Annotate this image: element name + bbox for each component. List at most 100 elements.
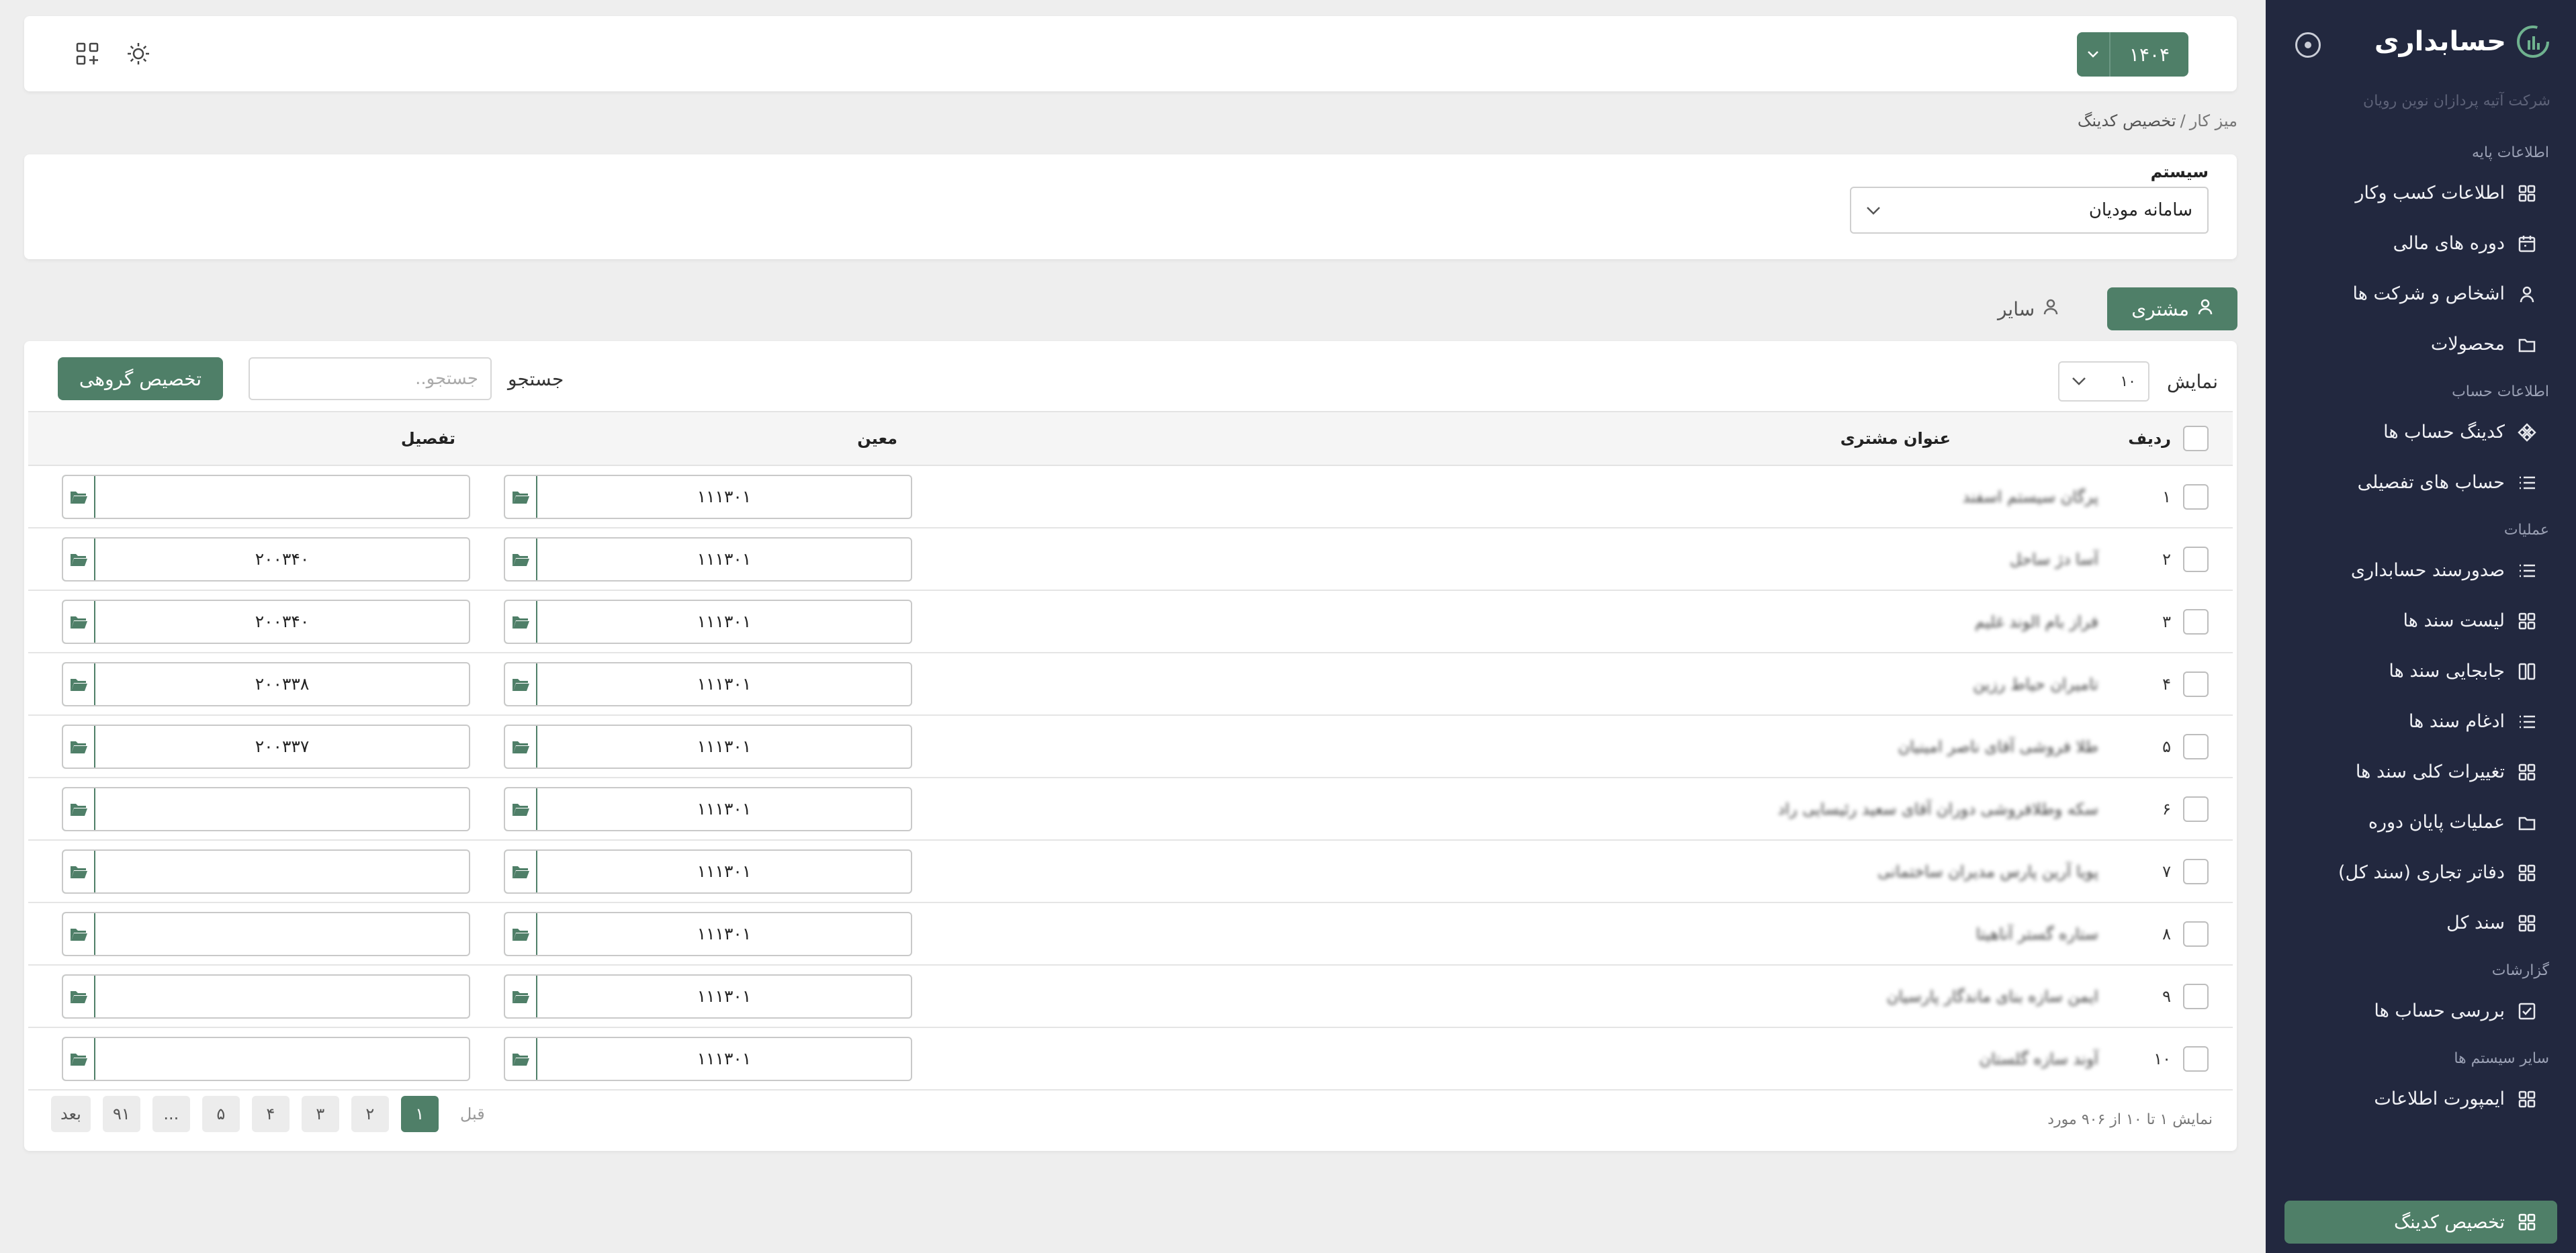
select-all-checkbox[interactable] (2183, 426, 2209, 451)
moein-field[interactable]: ۱۱۱۳۰۱ (504, 786, 912, 831)
folder-open-icon[interactable] (505, 663, 537, 705)
pagination-page[interactable]: ۱ (400, 1096, 439, 1132)
moein-field[interactable]: ۱۱۱۳۰۱ (504, 537, 912, 582)
tafsil-field[interactable]: ۲۰۰۳۴۰ (62, 599, 470, 644)
cell-row-number: ۵ (2125, 715, 2233, 778)
row-checkbox[interactable] (2183, 546, 2209, 572)
moein-field[interactable]: ۱۱۱۳۰۱ (504, 911, 912, 956)
tafsil-field[interactable] (62, 1036, 470, 1081)
add-widget-icon[interactable] (74, 40, 101, 67)
moein-value: ۱۱۱۳۰۱ (697, 924, 752, 943)
tafsil-field[interactable] (62, 474, 470, 519)
folder-open-icon[interactable] (505, 475, 537, 518)
sidebar-item[interactable]: ادغام سند ها (2284, 696, 2557, 747)
folder-open-icon[interactable] (505, 1037, 537, 1080)
pagination-prev[interactable]: قبل (451, 1096, 494, 1132)
row-checkbox[interactable] (2183, 733, 2209, 759)
pagination-page[interactable]: ۳ (301, 1096, 339, 1132)
pagination-next[interactable]: بعد (51, 1096, 91, 1132)
row-checkbox[interactable] (2183, 796, 2209, 822)
sidebar-item[interactable]: عملیات پایان دوره (2284, 797, 2557, 847)
folder-open-icon[interactable] (505, 538, 537, 580)
page-size-select[interactable]: ۱۰ (2058, 361, 2149, 402)
moein-field[interactable]: ۱۱۱۳۰۱ (504, 661, 912, 706)
pagination-page[interactable]: ۴ (251, 1096, 290, 1132)
sidebar-item[interactable]: دفاتر تجاری (سند کل) (2284, 847, 2557, 898)
sidebar-item[interactable]: دوره های مالی (2284, 218, 2557, 269)
tafsil-field[interactable]: ۲۰۰۳۴۰ (62, 537, 470, 582)
search-input[interactable] (249, 357, 492, 400)
tafsil-field[interactable]: ۲۰۰۳۳۸ (62, 661, 470, 706)
row-checkbox[interactable] (2183, 1046, 2209, 1072)
folder-open-icon[interactable] (505, 725, 537, 768)
folder-open-icon[interactable] (505, 850, 537, 892)
folder-open-icon[interactable] (63, 975, 95, 1017)
tafsil-field[interactable] (62, 786, 470, 831)
company-name: شرکت آتیه پردازان نوین رویان (2363, 93, 2550, 109)
folder-open-icon[interactable] (63, 1037, 95, 1080)
folder-open-icon[interactable] (63, 725, 95, 768)
sidebar-item[interactable]: اشخاص و شرکت ها (2284, 269, 2557, 319)
theme-toggle-icon[interactable] (125, 40, 152, 67)
folder-open-icon[interactable] (63, 788, 95, 830)
sidebar-item[interactable]: حساب های تفصیلی (2284, 457, 2557, 508)
row-checkbox[interactable] (2183, 671, 2209, 697)
sidebar-section-title: اطلاعات پایه (2471, 144, 2549, 161)
row-checkbox[interactable] (2183, 608, 2209, 635)
moein-field[interactable]: ۱۱۱۳۰۱ (504, 849, 912, 894)
sidebar-item[interactable]: تغییرات کلی سند ها (2284, 747, 2557, 797)
tafsil-field[interactable]: ۲۰۰۳۳۷ (62, 724, 470, 769)
grid-icon (2517, 183, 2537, 203)
folder-open-icon[interactable] (63, 850, 95, 892)
pagination-page[interactable]: ۹۱ (102, 1096, 140, 1132)
cell-tafsil: ۲۰۰۳۳۸ (28, 653, 470, 716)
row-checkbox[interactable] (2183, 483, 2209, 510)
moein-field[interactable]: ۱۱۱۳۰۱ (504, 474, 912, 519)
sidebar-item[interactable]: لیست سند ها (2284, 596, 2557, 646)
moein-field[interactable]: ۱۱۱۳۰۱ (504, 1036, 912, 1081)
folder-open-icon[interactable] (63, 475, 95, 518)
folder-open-icon[interactable] (505, 913, 537, 955)
sidebar-item[interactable]: اطلاعات کسب وکار (2284, 168, 2557, 218)
moein-field[interactable]: ۱۱۱۳۰۱ (504, 974, 912, 1019)
tafsil-field[interactable] (62, 974, 470, 1019)
pagination-page[interactable]: ۲ (351, 1096, 389, 1132)
folder-open-icon[interactable] (63, 663, 95, 705)
sidebar-item-coding-assign[interactable]: تخصیص کدینگ (2284, 1201, 2557, 1244)
moein-field[interactable]: ۱۱۱۳۰۱ (504, 599, 912, 644)
sidebar-menu: اطلاعات پایه اطلاعات کسب وکار دوره های مال… (2284, 141, 2557, 1124)
collapse-sidebar-icon[interactable] (2295, 32, 2321, 58)
row-checkbox[interactable] (2183, 921, 2209, 947)
system-select[interactable]: سامانه مودیان (1850, 187, 2209, 234)
fiscal-year-dropdown[interactable]: ۱۴۰۴ (2077, 32, 2188, 77)
sidebar-item[interactable]: صدورسند حسابداری (2284, 545, 2557, 596)
header-label: معین (857, 429, 897, 448)
pagination-page[interactable]: ۵ (202, 1096, 240, 1132)
moein-field[interactable]: ۱۱۱۳۰۱ (504, 724, 912, 769)
folder-open-icon[interactable] (505, 975, 537, 1017)
folder-open-icon[interactable] (63, 538, 95, 580)
calendar-icon (2517, 234, 2537, 254)
folder-open-icon[interactable] (63, 600, 95, 643)
sidebar-item[interactable]: ایمپورت اطلاعات (2284, 1074, 2557, 1124)
brand[interactable]: حسابداری (2374, 24, 2550, 59)
sidebar-item[interactable]: کدینگ حساب ها (2284, 407, 2557, 457)
row-checkbox[interactable] (2183, 983, 2209, 1009)
group-assign-button[interactable]: تخصیص گروهی (58, 357, 223, 400)
sidebar-item[interactable]: سند کل (2284, 898, 2557, 948)
folder-open-icon[interactable] (505, 600, 537, 643)
tab-other[interactable]: سایر (1973, 287, 2083, 330)
sidebar-section-title: گزارشات (2491, 962, 2549, 979)
cell-tafsil (28, 1027, 470, 1090)
sidebar-item[interactable]: جابجایی سند ها (2284, 646, 2557, 696)
tafsil-field[interactable] (62, 911, 470, 956)
folder-open-icon[interactable] (505, 788, 537, 830)
tab-customer[interactable]: مشتری (2107, 287, 2237, 330)
breadcrumb-home[interactable]: میز کار (2190, 111, 2237, 130)
chart-logo-icon (2517, 26, 2549, 58)
sidebar-item[interactable]: محصولات (2284, 319, 2557, 369)
tafsil-field[interactable] (62, 849, 470, 894)
row-checkbox[interactable] (2183, 858, 2209, 884)
sidebar-item[interactable]: بررسی حساب ها (2284, 986, 2557, 1036)
folder-open-icon[interactable] (63, 913, 95, 955)
